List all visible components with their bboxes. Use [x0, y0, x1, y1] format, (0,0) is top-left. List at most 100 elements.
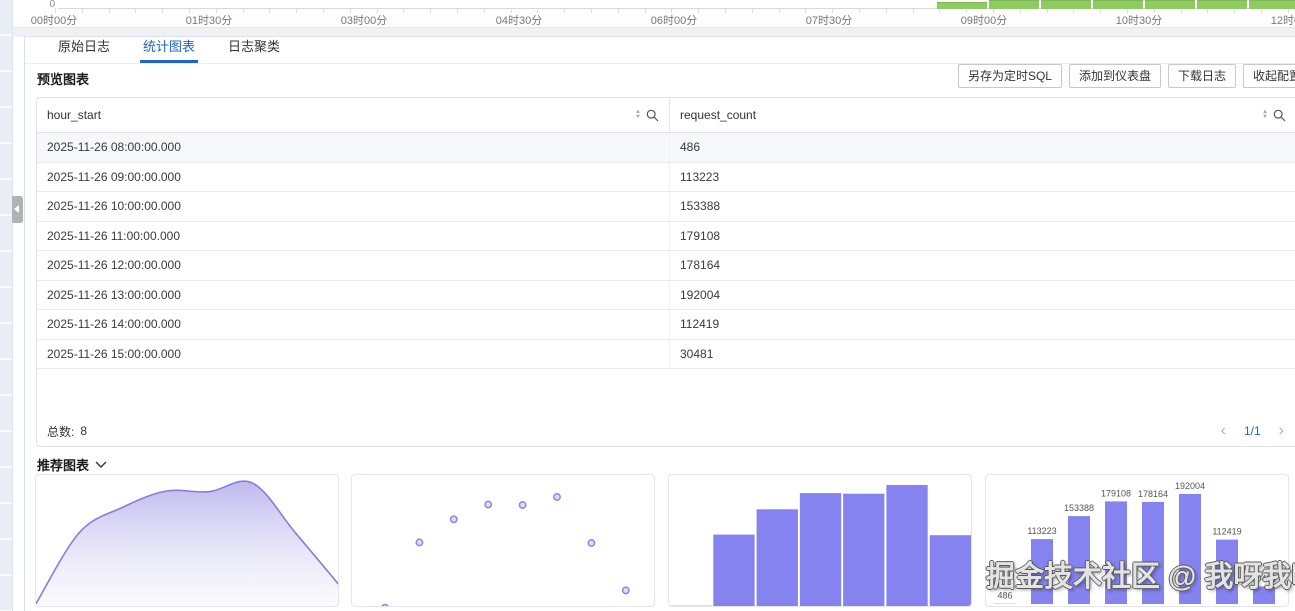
axis-tick — [216, 8, 217, 13]
chart-thumbnail-scatter[interactable] — [351, 474, 655, 607]
prev-page-icon[interactable]: ‹ — [1221, 423, 1226, 439]
histogram-bar[interactable] — [1197, 0, 1247, 9]
table-row: 2025-11-26 12:00:00.000178164 — [37, 251, 1295, 281]
time-axis-label: 01时30分 — [177, 12, 241, 28]
axis-tick — [564, 8, 565, 13]
histogram-bar[interactable] — [1041, 0, 1091, 9]
table-row: 2025-11-26 10:00:00.000153388 — [37, 192, 1295, 222]
histogram-bar[interactable] — [989, 0, 1039, 9]
next-page-icon[interactable]: › — [1279, 423, 1284, 439]
cell-hour-start: 2025-11-26 10:00:00.000 — [37, 192, 669, 221]
cell-request-count: 112419 — [669, 310, 1295, 339]
chart-thumbnail-bar[interactable] — [668, 474, 972, 607]
cell-hour-start: 2025-11-26 08:00:00.000 — [37, 133, 669, 162]
axis-tick — [511, 8, 512, 13]
cell-hour-start: 2025-11-26 12:00:00.000 — [37, 251, 669, 280]
thumbnail-plot — [669, 475, 971, 606]
cell-request-count: 153388 — [669, 192, 1295, 221]
time-histogram-panel[interactable]: 0 00时00分01时30分03时00分04时30分06时00分07时30分09… — [13, 0, 1295, 28]
cell-request-count: 113223 — [669, 163, 1295, 192]
cell-hour-start: 2025-11-26 11:00:00.000 — [37, 222, 669, 251]
axis-tick — [350, 8, 351, 13]
axis-tick — [752, 8, 753, 13]
time-axis-label: 12时00分 — [1262, 12, 1295, 28]
axis-tick — [55, 8, 56, 13]
chart-thumbnail-area[interactable] — [35, 474, 339, 607]
bar-data-label: 113223 — [1027, 526, 1056, 536]
axis-tick — [135, 8, 136, 13]
collapsed-left-panel — [0, 0, 13, 611]
sort-icon[interactable]: ▲▼ — [1262, 110, 1268, 120]
download-logs-button[interactable]: 下载日志 — [1168, 64, 1236, 88]
axis-tick — [832, 8, 833, 13]
panel-collapse-handle[interactable] — [12, 196, 23, 223]
chevron-down-icon — [95, 461, 107, 469]
axis-tick — [671, 8, 672, 13]
cell-hour-start: 2025-11-26 15:00:00.000 — [37, 340, 669, 369]
axis-tick — [82, 8, 83, 13]
axis-tick — [430, 8, 431, 13]
axis-tick — [377, 8, 378, 13]
column-search-icon[interactable] — [1273, 109, 1286, 122]
column-search-icon[interactable] — [646, 109, 659, 122]
collapse-config-button[interactable]: 收起配置 — [1243, 64, 1295, 88]
histogram-bar[interactable] — [1093, 0, 1143, 9]
bar-data-label: 112419 — [1212, 527, 1241, 537]
bar-data-label: 486 — [997, 591, 1012, 601]
axis-tick — [618, 8, 619, 13]
cell-request-count: 486 — [669, 133, 1295, 162]
axis-tick — [457, 8, 458, 13]
bar-data-label: 178164 — [1138, 489, 1168, 499]
column-header-hour-start: hour_start ▲▼ — [37, 98, 669, 132]
tab-statistics-chart[interactable]: 统计图表 — [140, 32, 198, 63]
axis-tick — [269, 8, 270, 13]
histogram-bar[interactable] — [937, 2, 987, 9]
bar-data-label: 192004 — [1175, 481, 1205, 491]
table-row: 2025-11-26 11:00:00.000179108 — [37, 222, 1295, 252]
time-axis-label: 00时00分 — [22, 12, 86, 28]
column-label: request_count — [680, 108, 756, 122]
axis-tick — [591, 8, 592, 13]
chart-thumbnail-labeled-bar[interactable]: 4861132231533881791081781641920041124193… — [985, 474, 1289, 607]
table-footer: 总数: 8 ‹ 1/1 › — [37, 416, 1295, 446]
time-axis-label: 10时30分 — [1107, 12, 1171, 28]
tab-log-clustering[interactable]: 日志聚类 — [225, 32, 283, 63]
axis-tick — [537, 8, 538, 13]
add-to-dashboard-button[interactable]: 添加到仪表盘 — [1069, 64, 1161, 88]
histogram-bar[interactable] — [1145, 0, 1195, 9]
table-body: 2025-11-26 08:00:00.0004862025-11-26 09:… — [37, 133, 1295, 369]
tab-raw-logs[interactable]: 原始日志 — [55, 32, 113, 63]
recommended-charts-toggle[interactable]: 推荐图表 — [37, 455, 107, 474]
axis-tick — [779, 8, 780, 13]
toolbar: 另存为定时SQL 添加到仪表盘 下载日志 收起配置 — [958, 64, 1295, 88]
table-header-row: hour_start ▲▼ request_count ▲▼ — [37, 98, 1295, 133]
thumbnail-plot — [352, 475, 654, 606]
thumbnail-plot — [36, 475, 338, 606]
table-row: 2025-11-26 14:00:00.000112419 — [37, 310, 1295, 340]
axis-tick — [484, 8, 485, 13]
time-axis-label: 07时30分 — [797, 12, 861, 28]
save-as-scheduled-sql-button[interactable]: 另存为定时SQL — [958, 64, 1062, 88]
axis-tick — [189, 8, 190, 13]
result-table-card: hour_start ▲▼ request_count ▲▼ 2025 — [36, 97, 1295, 447]
total-label: 总数: — [47, 423, 74, 440]
axis-tick — [913, 8, 914, 13]
cell-request-count: 178164 — [669, 251, 1295, 280]
bar-data-label: 179108 — [1101, 488, 1131, 498]
cell-request-count: 192004 — [669, 281, 1295, 310]
axis-tick — [698, 8, 699, 13]
axis-tick — [725, 8, 726, 13]
cell-hour-start: 2025-11-26 14:00:00.000 — [37, 310, 669, 339]
axis-tick — [886, 8, 887, 13]
axis-tick — [645, 8, 646, 13]
main-panel: 原始日志 统计图表 日志聚类 预览图表 另存为定时SQL 添加到仪表盘 下载日志… — [24, 36, 1295, 611]
time-axis-label: 03时00分 — [332, 12, 396, 28]
column-header-request-count: request_count ▲▼ — [669, 98, 1295, 132]
histogram-bar[interactable] — [1249, 0, 1295, 9]
cell-request-count: 179108 — [669, 222, 1295, 251]
sort-icon[interactable]: ▲▼ — [635, 110, 641, 120]
bar-data-label: 153388 — [1064, 503, 1094, 513]
axis-tick — [296, 8, 297, 13]
table-row: 2025-11-26 15:00:00.00030481 — [37, 340, 1295, 370]
cell-hour-start: 2025-11-26 13:00:00.000 — [37, 281, 669, 310]
